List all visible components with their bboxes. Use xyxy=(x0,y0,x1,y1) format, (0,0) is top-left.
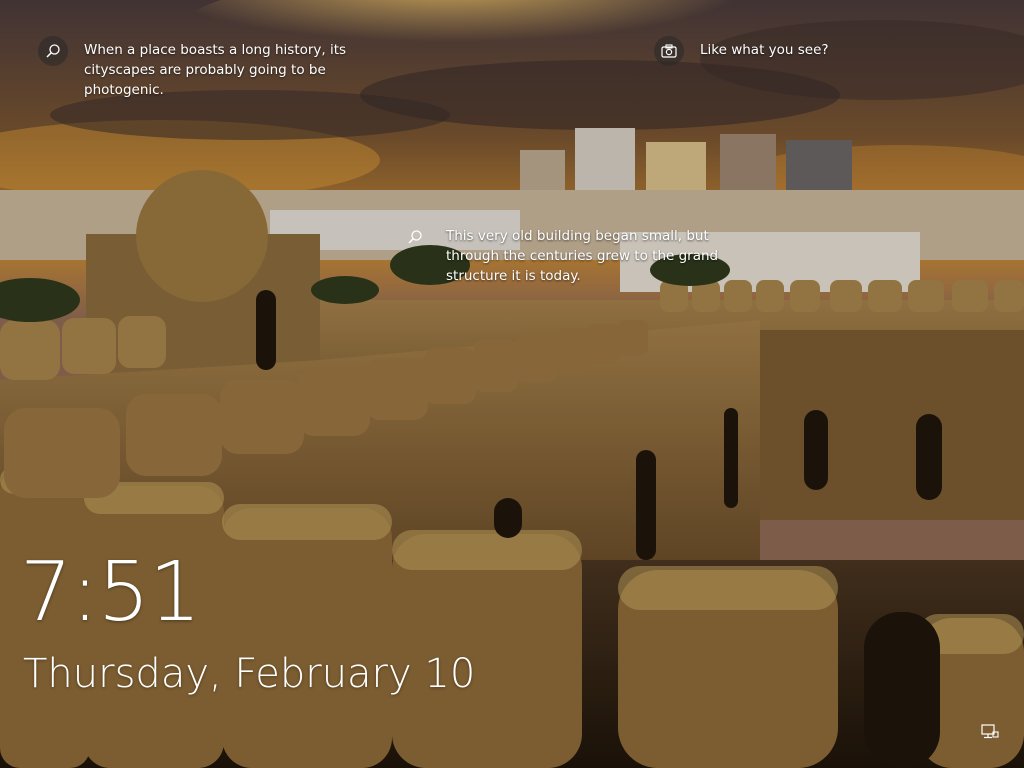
clock-time: 7:51 xyxy=(20,545,201,640)
spotlight-building-text: This very old building began small, but … xyxy=(446,228,719,284)
clock-date: Thursday, February 10 xyxy=(23,651,476,697)
search-icon[interactable] xyxy=(404,226,426,248)
lock-screen[interactable]: When a place boasts a long history, its … xyxy=(0,0,1024,768)
network-button[interactable] xyxy=(978,722,1002,746)
spotlight-like-prompt[interactable]: Like what you see? xyxy=(654,36,829,66)
search-icon[interactable] xyxy=(38,36,68,66)
spotlight-hotspot-building[interactable]: This very old building began small, but … xyxy=(404,226,726,286)
spotlight-history-text: When a place boasts a long history, its … xyxy=(84,42,347,98)
network-icon xyxy=(981,724,999,744)
spotlight-like-text: Like what you see? xyxy=(700,42,829,58)
spotlight-hotspot-history[interactable]: When a place boasts a long history, its … xyxy=(38,36,364,100)
camera-icon[interactable] xyxy=(654,36,684,66)
